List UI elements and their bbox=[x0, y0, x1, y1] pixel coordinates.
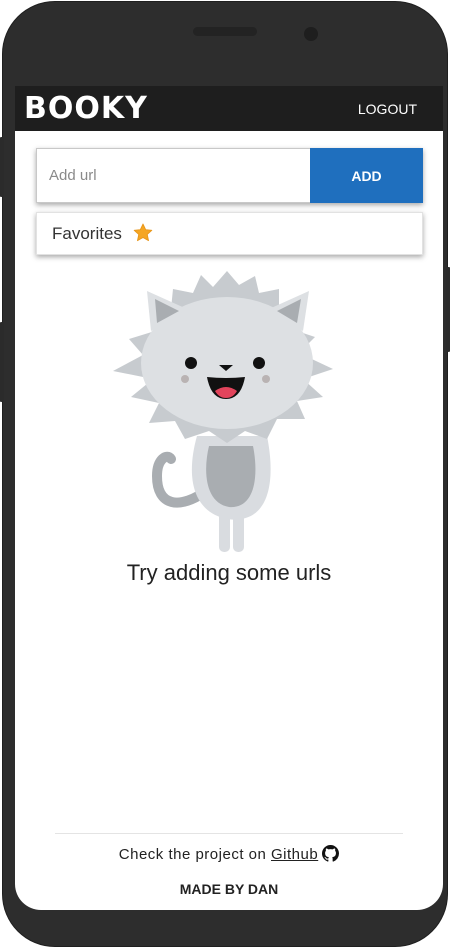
footer-divider bbox=[55, 833, 403, 834]
empty-state-message: Try adding some urls bbox=[126, 560, 332, 585]
phone-frame: BOOKY LOGOUT ADD Favorites bbox=[0, 2, 450, 946]
cat-illustration bbox=[113, 271, 333, 552]
volume-up-button bbox=[0, 137, 4, 197]
app-screen: BOOKY LOGOUT ADD Favorites bbox=[15, 86, 443, 910]
phone-speaker bbox=[193, 27, 257, 36]
brand-logo[interactable]: BOOKY bbox=[24, 92, 148, 126]
favorites-label: Favorites bbox=[52, 224, 122, 243]
power-button bbox=[446, 267, 450, 352]
add-button[interactable]: ADD bbox=[310, 148, 423, 203]
top-navbar: BOOKY LOGOUT bbox=[15, 86, 443, 131]
github-link[interactable]: Github bbox=[271, 846, 318, 863]
phone-camera bbox=[304, 27, 318, 41]
made-by-credit: MADE BY DAN bbox=[179, 881, 279, 897]
github-icon[interactable] bbox=[322, 845, 340, 862]
volume-down-button bbox=[0, 322, 4, 402]
logout-button[interactable]: LOGOUT bbox=[358, 100, 417, 118]
footer-prefix: Check the project on bbox=[118, 846, 272, 863]
add-url-form: ADD bbox=[36, 148, 423, 203]
favorites-item[interactable]: Favorites bbox=[36, 212, 423, 255]
footer-project-line: Check the project on Github bbox=[15, 845, 443, 863]
star-icon bbox=[133, 223, 153, 242]
url-input[interactable] bbox=[36, 148, 310, 203]
